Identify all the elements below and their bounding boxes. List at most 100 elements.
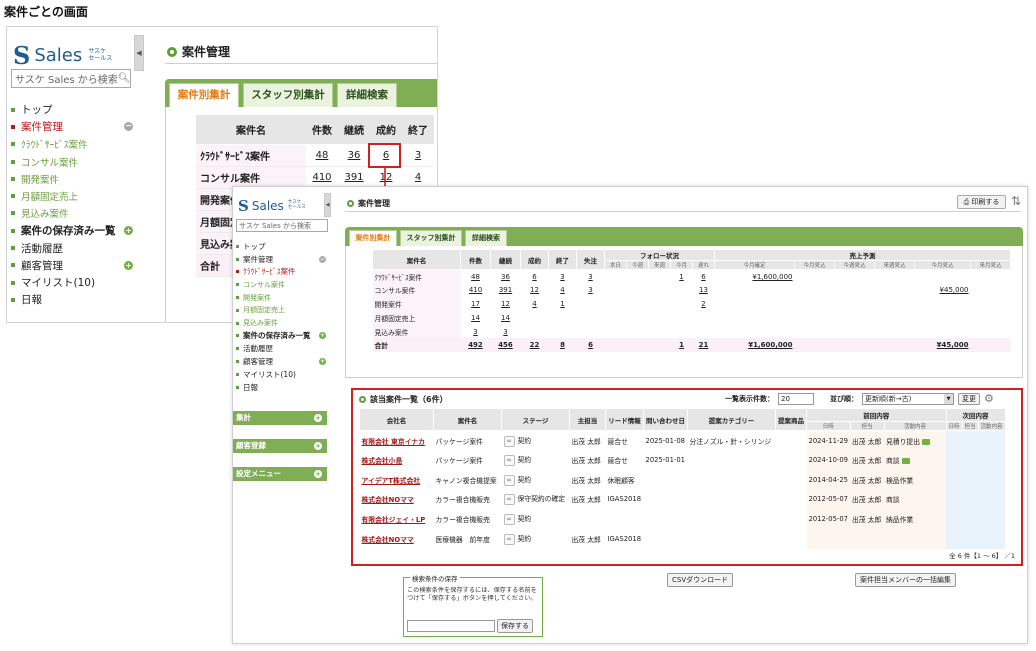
table-row: 株式会社小島 パッケージ案件 ∞ 契約 出茂 太郎 競合せ 2025-01-01 … [360, 450, 1006, 470]
sidebar-item-saved[interactable]: 案件の保存済み一覧 + [236, 330, 326, 343]
sidebar-item-mylist[interactable]: マイリスト(10) [11, 274, 133, 291]
count-link[interactable]: 12 [370, 166, 402, 189]
sidebox-summary[interactable]: 集計 + [233, 411, 327, 425]
sidebar-item-monthly[interactable]: 月額固定売上 [11, 187, 133, 204]
sidebar-collapse-handle[interactable]: ◀ [324, 193, 331, 217]
change-button[interactable]: 変更 [958, 392, 980, 405]
sidebar-item-mylist[interactable]: マイリスト(10) [236, 368, 326, 381]
col-header: 件数 [306, 115, 338, 145]
sidebar-item-report[interactable]: 日報 [236, 381, 326, 394]
count-link[interactable]: 391 [338, 166, 370, 189]
sidebar-item-dev[interactable]: 開発案件 [236, 291, 326, 304]
company-link[interactable]: アイデアT株式会社 [360, 470, 434, 490]
save-button[interactable]: 保存する [497, 619, 533, 633]
sidebar-item-consult[interactable]: コンサル案件 [11, 153, 133, 170]
table-row: 開発案件 17 12 4 1 2 [372, 297, 1011, 311]
per-page-input[interactable]: 20 [778, 392, 814, 405]
sidebar-item-prospect[interactable]: 見込み案件 [236, 317, 326, 330]
refresh-icon[interactable]: ⇅ [1011, 194, 1021, 208]
collapse-icon[interactable]: − [124, 122, 133, 132]
printer-icon: ⎙ [963, 198, 970, 206]
search-input[interactable]: サスケ Sales から検索 [236, 219, 328, 232]
circle-bullet-icon [359, 396, 366, 403]
main-area: 案件管理 ⎙ 印刷する ⇅ 案件別集計 スタッフ別集計 詳細検索 案件名 件数 … [343, 187, 1027, 643]
table-row: コンサル案件 410 391 12 4 [196, 166, 434, 189]
gear-icon[interactable]: ⚙ [984, 392, 994, 405]
sidebar-item-dev[interactable]: 開発案件 [11, 170, 133, 187]
tab-bar: 案件別集計 スタッフ別集計 詳細検索 [345, 227, 1023, 246]
link-icon[interactable]: ∞ [503, 533, 515, 545]
tab-detail-search[interactable]: 詳細検索 [337, 83, 397, 107]
expand-icon[interactable]: + [314, 442, 322, 450]
divider [345, 211, 1021, 212]
tab-detail-search[interactable]: 詳細検索 [465, 230, 507, 246]
expand-icon[interactable]: + [319, 332, 326, 340]
bulk-edit-button[interactable]: 案件担当メンバーの一括編集 [855, 573, 956, 587]
col-header: 案件名 [196, 115, 306, 145]
sidebar-item-cloud[interactable]: ｸﾗｳﾄﾞｻｰﾋﾞｽ案件 [11, 136, 133, 153]
link-icon[interactable]: ∞ [503, 435, 515, 447]
expand-icon[interactable]: + [314, 470, 322, 478]
sort-select[interactable]: 更新順(新→古) ▼ [862, 392, 954, 405]
company-link[interactable]: 株式会社NOママ [360, 529, 434, 549]
sidebar-item-top[interactable]: トップ [236, 240, 326, 253]
tab-by-deal[interactable]: 案件別集計 [169, 83, 239, 107]
tab-by-deal[interactable]: 案件別集計 [349, 230, 397, 246]
sidebar-item-report[interactable]: 日報 [11, 291, 133, 308]
sidebox-register[interactable]: 顧客登録 + [233, 439, 327, 453]
brand-logo[interactable]: S Sales サスケ セールス [238, 197, 306, 215]
sidebar-item-customers[interactable]: 顧客管理 + [11, 257, 133, 274]
sidebar-item-deals[interactable]: 案件管理 − [11, 118, 133, 135]
divider [165, 63, 437, 64]
company-link[interactable]: 有限会社ジェイ・LP [360, 509, 434, 529]
sidebar-item-prospect[interactable]: 見込み案件 [11, 205, 133, 222]
col-header: 終了 [402, 115, 434, 145]
csv-download-button[interactable]: CSVダウンロード [667, 573, 734, 587]
company-link[interactable]: 株式会社NOママ [360, 490, 434, 510]
print-button[interactable]: ⎙ 印刷する [957, 195, 1006, 209]
brand-logo[interactable]: S Sales サスケ セールス [13, 41, 112, 70]
sidebar-item-activity[interactable]: 活動履歴 [236, 342, 326, 355]
link-icon[interactable]: ∞ [503, 455, 515, 467]
tab-by-staff[interactable]: スタッフ別集計 [243, 83, 333, 107]
sidebox-settings[interactable]: 設定メニュー + [233, 467, 327, 481]
sidebar-item-saved[interactable]: 案件の保存済み一覧 + [11, 222, 133, 239]
sidebar-item-consult[interactable]: コンサル案件 [236, 278, 326, 291]
company-link[interactable]: 株式会社小島 [360, 450, 434, 470]
logo-s: S [13, 41, 31, 70]
sidebar-item-cloud[interactable]: ｸﾗｳﾄﾞｻｰﾋﾞｽ案件 [236, 266, 326, 279]
sidebar-item-customers[interactable]: 顧客管理 + [236, 355, 326, 368]
tab-by-staff[interactable]: スタッフ別集計 [400, 230, 462, 246]
comment-icon[interactable] [901, 458, 910, 465]
count-link[interactable]: 3 [402, 144, 434, 167]
table-row: 見込み案件 3 3 [372, 324, 1011, 339]
link-icon[interactable]: ∞ [503, 474, 515, 486]
count-link[interactable]: 48 [306, 144, 338, 167]
company-link[interactable]: 有限会社 東京イナカ [360, 431, 434, 451]
sidebar-collapse-handle[interactable]: ◀ [134, 35, 144, 71]
search-icon[interactable]: 🔍︎ [118, 73, 130, 84]
link-icon[interactable]: ∞ [503, 514, 515, 526]
comment-icon[interactable] [922, 438, 930, 445]
expand-icon[interactable]: + [124, 226, 133, 236]
collapse-icon[interactable]: − [319, 255, 326, 263]
page-caption: 案件ごとの画面 [4, 5, 88, 19]
list-title: 該当案件一覧（6件） [359, 394, 448, 405]
table-row: 有限会社ジェイ・LP カラー複合機販売 ∞ 契約 2012-05-07 出茂 太郎… [360, 509, 1006, 529]
table-row: ｸﾗｳﾄﾞｻｰﾋﾞｽ案件 48 36 6 3 3 1 6 ¥1,600,000 [372, 269, 1011, 284]
sidebar-item-monthly[interactable]: 月額固定売上 [236, 304, 326, 317]
link-icon[interactable]: ∞ [503, 494, 515, 506]
expand-icon[interactable]: + [319, 358, 326, 366]
expand-icon[interactable]: + [314, 414, 322, 422]
sidebar-item-deals[interactable]: 案件管理 − [236, 253, 326, 266]
count-link[interactable]: 36 [338, 144, 370, 167]
sidebar-item-top[interactable]: トップ [11, 101, 133, 118]
save-name-input[interactable] [407, 620, 495, 632]
sidebar-item-activity[interactable]: 活動履歴 [11, 239, 133, 256]
result-table: 会社名 案件名 ステージ 主担当 リード情報 問い合わせ日 提案カテゴリー 提案… [359, 408, 1006, 549]
count-link[interactable]: 410 [306, 166, 338, 189]
count-link[interactable]: 4 [402, 166, 434, 189]
save-legend: 検索条件の保存 [410, 573, 460, 583]
expand-icon[interactable]: + [124, 260, 133, 270]
search-input[interactable]: サスケ Sales から検索 🔍︎ [11, 69, 131, 88]
